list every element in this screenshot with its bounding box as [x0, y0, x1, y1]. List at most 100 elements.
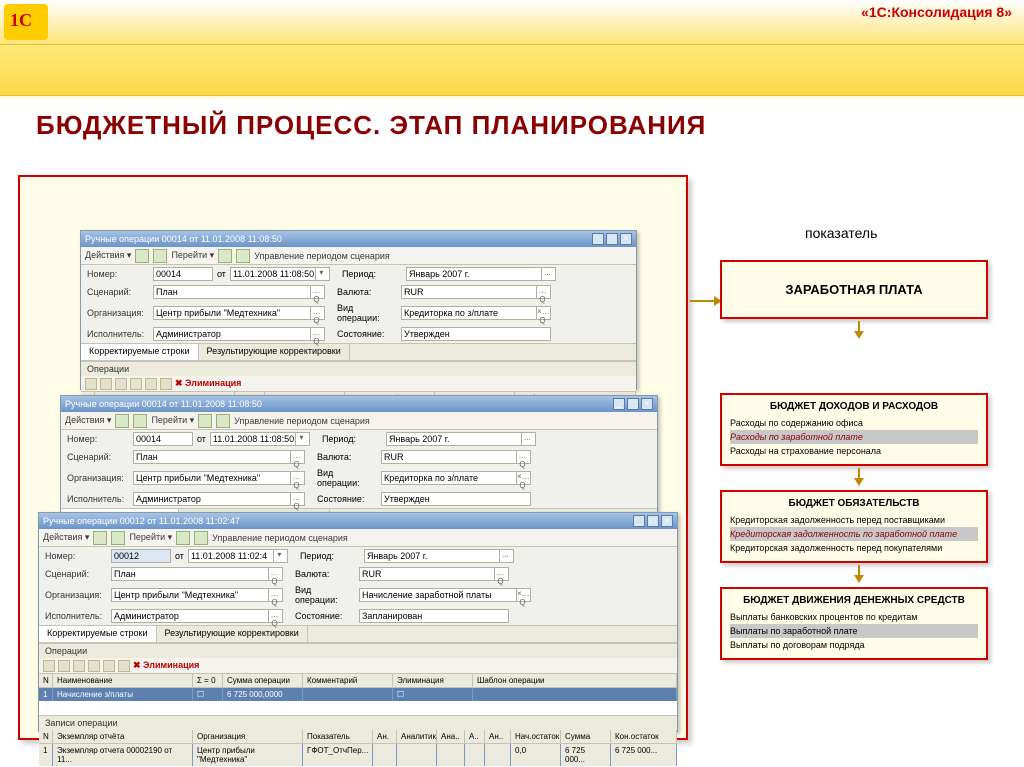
add-icon[interactable]: [85, 378, 97, 390]
delete-icon[interactable]: [130, 378, 142, 390]
executor-input[interactable]: Администратор…Q: [133, 492, 305, 506]
settings-icon[interactable]: [236, 249, 250, 263]
edit-icon[interactable]: [73, 660, 85, 672]
toolbar: Действия ▾ Перейти ▾ Управление периодом…: [81, 247, 636, 265]
currency-input[interactable]: RUR…Q: [381, 450, 531, 464]
tab-results[interactable]: Результирующие корректировки: [157, 626, 308, 642]
number-input[interactable]: 00014: [133, 432, 193, 446]
scenario-input[interactable]: План…Q: [133, 450, 305, 464]
save-icon[interactable]: [115, 414, 129, 428]
minimize-icon[interactable]: _: [633, 515, 645, 527]
page-title: БЮДЖЕТНЫЙ ПРОЦЕСС. ЭТАП ПЛАНИРОВАНИЯ: [36, 110, 706, 141]
org-input[interactable]: Центр прибыли "Медтехника"…Q: [111, 588, 283, 602]
org-input[interactable]: Центр прибыли "Медтехника"…Q: [133, 471, 305, 485]
goto-menu[interactable]: Перейти ▾: [151, 415, 194, 426]
executor-label: Исполнитель:: [87, 329, 149, 339]
save-icon[interactable]: [135, 249, 149, 263]
state-label: Состояние:: [295, 611, 355, 621]
optype-label: Вид операции:: [317, 468, 377, 488]
logo: [4, 4, 48, 40]
close-icon[interactable]: ×: [641, 398, 653, 410]
scenario-period-button[interactable]: Управление периодом сценария: [234, 416, 370, 426]
indicator-caption: показатель: [805, 225, 877, 241]
goto-menu[interactable]: Перейти ▾: [171, 250, 214, 261]
refresh-icon[interactable]: [133, 414, 147, 428]
period-label: Период:: [300, 551, 360, 561]
up-icon[interactable]: [145, 378, 157, 390]
ops-section-label: Операции: [81, 361, 636, 376]
scenario-period-button[interactable]: Управление периодом сценария: [212, 533, 348, 543]
flow-cashflow: БЮДЖЕТ ДВИЖЕНИЯ ДЕНЕЖНЫХ СРЕДСТВ Выплаты…: [720, 587, 988, 660]
tab-correcting[interactable]: Корректируемые строки: [81, 344, 199, 360]
add-icon[interactable]: [43, 660, 55, 672]
optype-input[interactable]: Кредиторка по з/плате×…Q: [381, 471, 531, 485]
save-icon[interactable]: [93, 531, 107, 545]
executor-input[interactable]: Администратор…Q: [153, 327, 325, 341]
product-name: «1С:Консолидация 8»: [861, 4, 1012, 20]
currency-label: Валюта:: [337, 287, 397, 297]
close-icon[interactable]: ×: [620, 233, 632, 245]
help-icon[interactable]: [198, 414, 212, 428]
optype-input[interactable]: Начисление заработной платы×…Q: [359, 588, 531, 602]
copy-icon[interactable]: [100, 378, 112, 390]
grid-row[interactable]: 1 Начисление з/платы ☐ 6 725 000,0000 ☐: [39, 688, 677, 701]
state-input[interactable]: Запланирован: [359, 609, 509, 623]
copy-icon[interactable]: [58, 660, 70, 672]
edit-icon[interactable]: [115, 378, 127, 390]
currency-input[interactable]: RUR…Q: [359, 567, 509, 581]
maximize-icon[interactable]: □: [627, 398, 639, 410]
settings-icon[interactable]: [216, 414, 230, 428]
actions-menu[interactable]: Действия ▾: [65, 415, 111, 426]
elimination-button[interactable]: ✖ Элиминация: [133, 660, 199, 671]
org-input[interactable]: Центр прибыли "Медтехника"…Q: [153, 306, 325, 320]
minimize-icon[interactable]: _: [592, 233, 604, 245]
flow-liabilities: БЮДЖЕТ ОБЯЗАТЕЛЬСТВ Кредиторская задолже…: [720, 490, 988, 563]
date-input[interactable]: 11.01.2008 11:08:50▾: [210, 432, 310, 446]
number-input[interactable]: 00014: [153, 267, 213, 281]
date-input[interactable]: 11.01.2008 11:08:50▾: [230, 267, 330, 281]
period-input[interactable]: Январь 2007 г....: [386, 432, 536, 446]
tab-results[interactable]: Результирующие корректировки: [199, 344, 350, 360]
elimination-button[interactable]: ✖ Элиминация: [175, 378, 241, 389]
refresh-icon[interactable]: [111, 531, 125, 545]
settings-icon[interactable]: [194, 531, 208, 545]
arrow-down-icon: [854, 575, 864, 583]
help-icon[interactable]: [218, 249, 232, 263]
maximize-icon[interactable]: □: [606, 233, 618, 245]
delete-icon[interactable]: [88, 660, 100, 672]
grid2-row[interactable]: 1 Экземпляр отчета 00002190 от 11... Цен…: [39, 744, 677, 766]
maximize-icon[interactable]: □: [647, 515, 659, 527]
down-icon[interactable]: [118, 660, 130, 672]
executor-input[interactable]: Администратор…Q: [111, 609, 283, 623]
up-icon[interactable]: [103, 660, 115, 672]
state-input[interactable]: Утвержден: [401, 327, 551, 341]
scenario-period-button[interactable]: Управление периодом сценария: [254, 251, 390, 261]
optype-input[interactable]: Кредиторка по з/плате×…Q: [401, 306, 551, 320]
currency-input[interactable]: RUR…Q: [401, 285, 551, 299]
records-section-label: Записи операции: [39, 715, 677, 730]
ot-label: от: [197, 434, 206, 444]
scenario-input[interactable]: План…Q: [111, 567, 283, 581]
period-input[interactable]: Январь 2007 г....: [364, 549, 514, 563]
minimize-icon[interactable]: _: [613, 398, 625, 410]
goto-menu[interactable]: Перейти ▾: [129, 532, 172, 543]
window-title: Ручные операции 00014 от 11.01.2008 11:0…: [65, 399, 262, 409]
actions-menu[interactable]: Действия ▾: [43, 532, 89, 543]
number-label: Номер:: [87, 269, 149, 279]
tab-correcting[interactable]: Корректируемые строки: [39, 626, 157, 642]
org-label: Организация:: [45, 590, 107, 600]
down-icon[interactable]: [160, 378, 172, 390]
optype-label: Вид операции:: [337, 303, 397, 323]
date-input[interactable]: 11.01.2008 11:02:4▾: [188, 549, 288, 563]
ot-label: от: [175, 551, 184, 561]
refresh-icon[interactable]: [153, 249, 167, 263]
period-input[interactable]: Январь 2007 г....: [406, 267, 556, 281]
help-icon[interactable]: [176, 531, 190, 545]
close-icon[interactable]: ×: [661, 515, 673, 527]
state-input[interactable]: Утвержден: [381, 492, 531, 506]
actions-menu[interactable]: Действия ▾: [85, 250, 131, 261]
scenario-input[interactable]: План…Q: [153, 285, 325, 299]
currency-label: Валюта:: [317, 452, 377, 462]
flow-salary: ЗАРАБОТНАЯ ПЛАТА: [720, 260, 988, 319]
number-input[interactable]: 00012: [111, 549, 171, 563]
